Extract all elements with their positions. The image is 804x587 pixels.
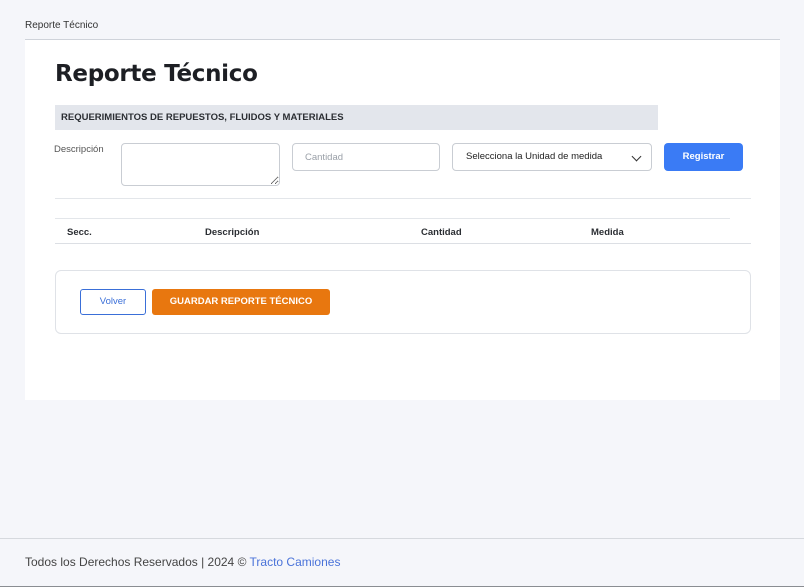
section-header: REQUERIMIENTOS DE REPUESTOS, FLUIDOS Y M…: [55, 105, 658, 130]
actions-panel: Volver GUARDAR REPORTE TÉCNICO: [55, 270, 751, 334]
quantity-input[interactable]: [292, 143, 440, 171]
register-button[interactable]: Registrar: [664, 143, 743, 171]
form-divider: [55, 198, 751, 199]
column-header-description: Descripción: [205, 227, 260, 238]
table-header: Secc. Descripción Cantidad Medida: [55, 219, 751, 244]
column-header-measure: Medida: [591, 227, 624, 238]
footer: Todos los Derechos Reservados | 2024 © T…: [25, 555, 340, 569]
column-header-section: Secc.: [67, 227, 92, 238]
breadcrumb: Reporte Técnico: [25, 20, 99, 31]
column-header-quantity: Cantidad: [421, 227, 462, 238]
chevron-down-icon: [631, 151, 642, 162]
footer-link[interactable]: Tracto Camiones: [250, 555, 341, 569]
page-title: Reporte Técnico: [55, 61, 258, 87]
description-label: Descripción: [54, 144, 104, 155]
unit-select-value: Selecciona la Unidad de medida: [466, 151, 603, 162]
description-textarea[interactable]: [121, 143, 280, 186]
footer-divider: [0, 538, 804, 539]
save-report-button[interactable]: GUARDAR REPORTE TÉCNICO: [152, 289, 330, 315]
main-card: Reporte Técnico REQUERIMIENTOS DE REPUES…: [25, 40, 780, 400]
unit-of-measure-select[interactable]: Selecciona la Unidad de medida: [452, 143, 652, 171]
back-button[interactable]: Volver: [80, 289, 146, 315]
footer-text: Todos los Derechos Reservados | 2024 ©: [25, 555, 250, 569]
